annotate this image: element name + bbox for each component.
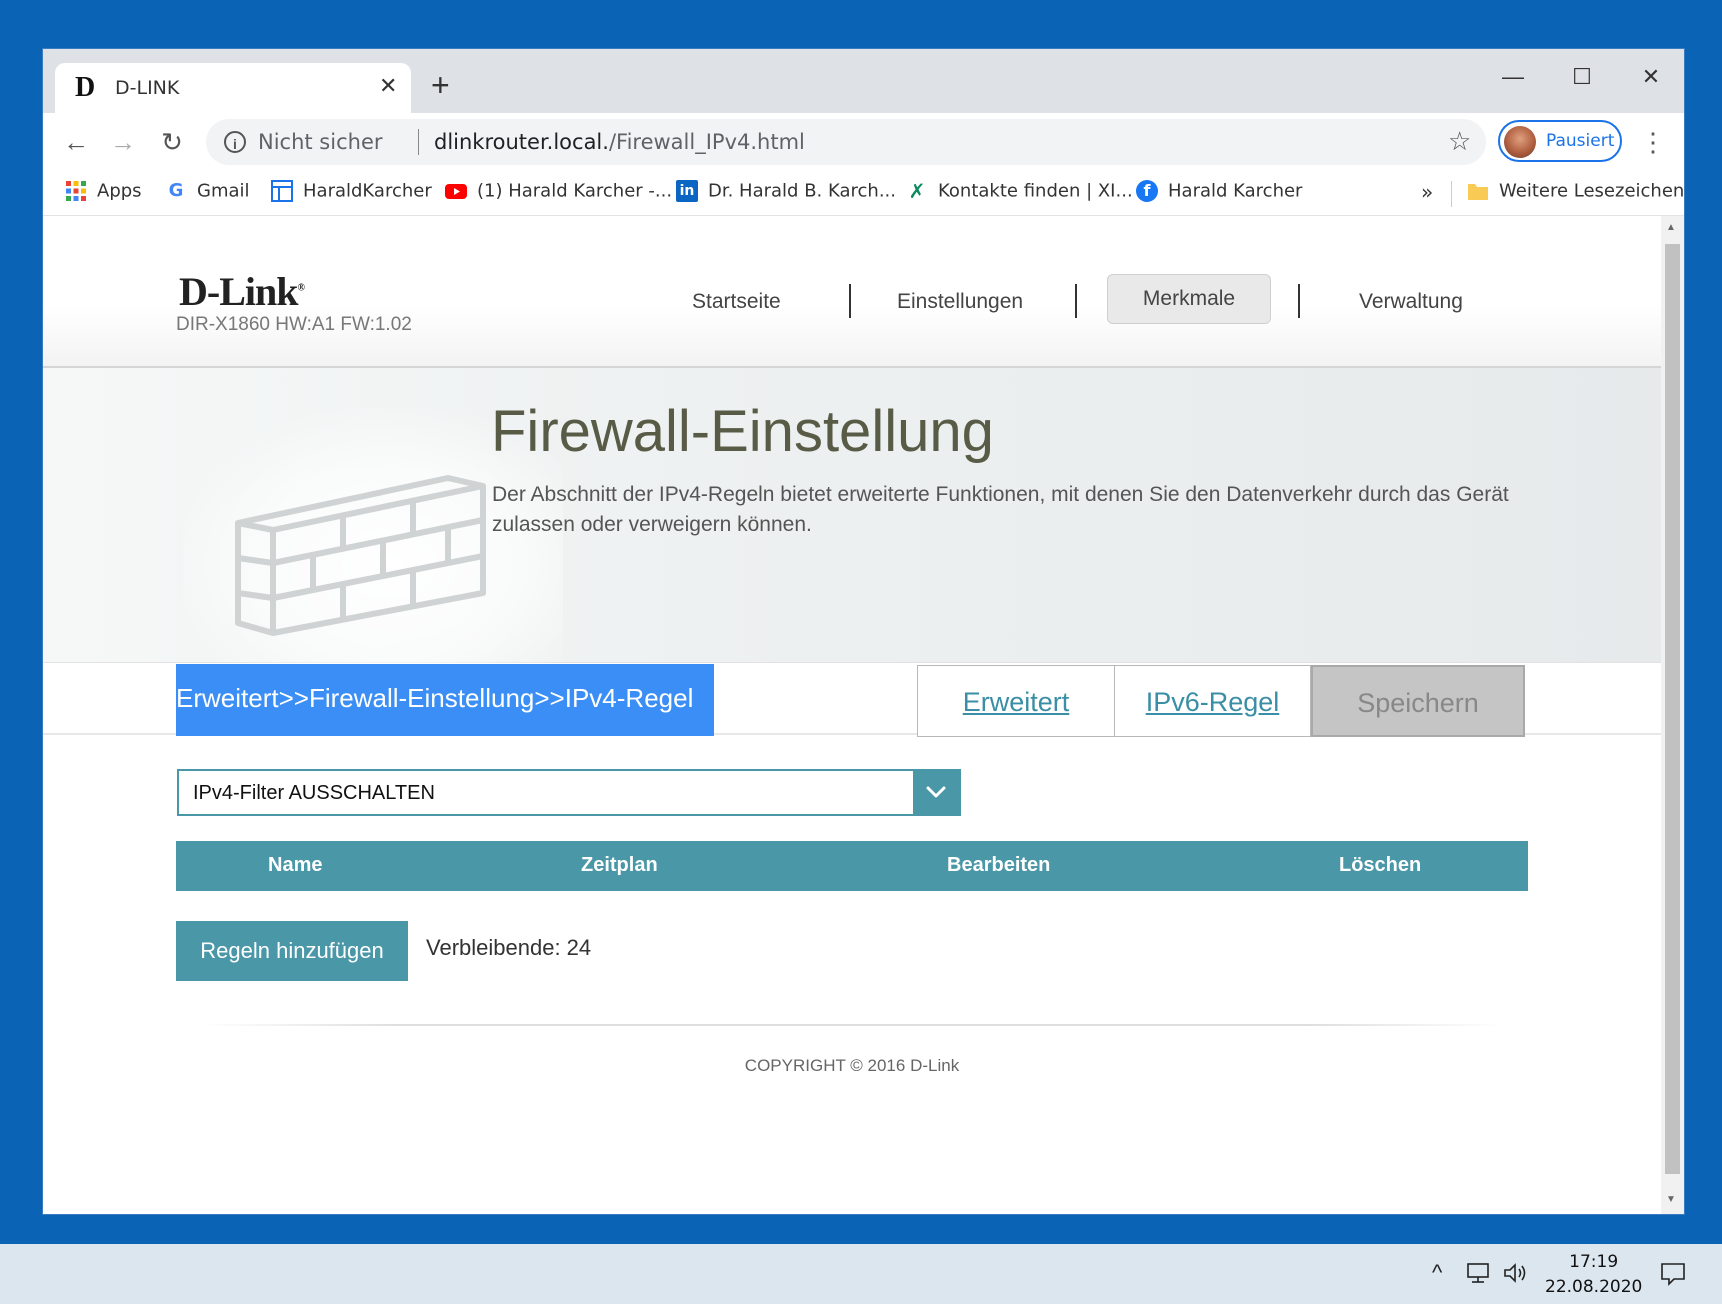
bookmark-label: Weitere Lesezeichen bbox=[1499, 180, 1684, 202]
add-rules-button[interactable]: Regeln hinzufügen bbox=[176, 921, 408, 981]
save-button[interactable]: Speichern bbox=[1311, 665, 1525, 737]
forward-button[interactable]: → bbox=[106, 125, 140, 159]
profile-button[interactable]: Pausiert bbox=[1498, 120, 1622, 162]
tab-strip: D D-LINK ✕ + — ☐ ✕ bbox=[43, 49, 1684, 113]
dlink-favicon-icon: D bbox=[75, 72, 96, 103]
nav-merkmale[interactable]: Merkmale bbox=[1107, 274, 1271, 324]
scroll-thumb[interactable] bbox=[1665, 244, 1680, 1174]
bookmarks-bar: Apps G Gmail HaraldKarcher (1) Harald Kar… bbox=[43, 171, 1684, 216]
browser-toolbar: ← → ↻ i Nicht sicher dlinkrouter.local./… bbox=[43, 113, 1684, 171]
youtube-icon bbox=[445, 180, 467, 202]
bookmark-label: Harald Karcher bbox=[1168, 180, 1303, 202]
page-viewport: D-Link® DIR-X1860 HW:A1 FW:1.02 Startsei… bbox=[43, 216, 1661, 1214]
bookmark-gmail[interactable]: G Gmail bbox=[165, 180, 250, 206]
address-bar[interactable]: i Nicht sicher dlinkrouter.local./Firewa… bbox=[206, 119, 1486, 165]
column-edit: Bearbeiten bbox=[947, 854, 1051, 876]
remaining-count: Verbleibende: 24 bbox=[426, 935, 592, 960]
avatar bbox=[1504, 126, 1536, 158]
bookmark-label: Kontakte finden | XI... bbox=[938, 180, 1133, 202]
clock[interactable]: 17:19 22.08.2020 bbox=[1545, 1250, 1642, 1300]
bookmark-star-icon[interactable]: ☆ bbox=[1448, 126, 1471, 157]
google-icon: G bbox=[168, 180, 184, 201]
bookmark-label: Dr. Harald B. Karch... bbox=[708, 180, 896, 202]
notification-icon[interactable] bbox=[1660, 1262, 1686, 1292]
page-banner: Firewall-Einstellung Der Abschnitt der I… bbox=[43, 368, 1661, 668]
reload-button[interactable]: ↻ bbox=[155, 125, 189, 159]
maximize-button[interactable]: ☐ bbox=[1552, 57, 1612, 97]
menu-kebab-icon[interactable]: ⋮ bbox=[1640, 125, 1666, 159]
minimize-button[interactable]: — bbox=[1483, 57, 1543, 97]
bookmarks-separator bbox=[1451, 181, 1452, 207]
page-description: Der Abschnitt der IPv4-Regeln bietet erw… bbox=[492, 483, 1509, 536]
tray-expand-icon[interactable]: ^ bbox=[1432, 1260, 1442, 1286]
dlink-logo: D-Link® bbox=[179, 268, 306, 315]
facebook-icon: f bbox=[1136, 180, 1158, 202]
nav-verwaltung[interactable]: Verwaltung bbox=[1359, 290, 1463, 314]
nav-separator bbox=[849, 284, 851, 318]
chevron-down-icon[interactable] bbox=[913, 771, 959, 814]
back-button[interactable]: ← bbox=[59, 125, 93, 159]
address-separator bbox=[418, 129, 419, 155]
nav-startseite[interactable]: Startseite bbox=[692, 290, 781, 314]
scroll-down-icon[interactable]: ▼ bbox=[1666, 1194, 1676, 1205]
column-delete: Löschen bbox=[1339, 854, 1422, 876]
rules-table-header: Name Zeitplan Bearbeiten Löschen bbox=[176, 841, 1528, 891]
footer-divider bbox=[203, 1024, 1503, 1026]
bookmark-other[interactable]: Weitere Lesezeichen bbox=[1467, 180, 1684, 206]
brick-wall-icon bbox=[235, 475, 486, 636]
bookmark-label: Gmail bbox=[197, 180, 250, 202]
volume-icon[interactable] bbox=[1503, 1262, 1529, 1290]
clock-date: 22.08.2020 bbox=[1545, 1277, 1643, 1297]
info-icon[interactable]: i bbox=[224, 131, 246, 153]
device-model: DIR-X1860 HW:A1 FW:1.02 bbox=[176, 314, 412, 335]
url-host: dlinkrouter.local. bbox=[434, 130, 609, 154]
logo-mark: ® bbox=[297, 282, 306, 294]
page-title: Firewall-Einstellung bbox=[491, 399, 994, 464]
url-text[interactable]: dlinkrouter.local./Firewall_IPv4.html bbox=[434, 130, 805, 154]
linkedin-icon: in bbox=[676, 180, 698, 202]
bookmark-apps[interactable]: Apps bbox=[65, 180, 142, 206]
tab-title: D-LINK bbox=[115, 77, 180, 99]
nav-separator bbox=[1298, 284, 1300, 318]
bookmark-xing[interactable]: ✗ Kontakte finden | XI... bbox=[906, 180, 1133, 206]
scroll-up-icon[interactable]: ▲ bbox=[1666, 222, 1676, 233]
tab-dlink[interactable]: D D-LINK ✕ bbox=[55, 63, 411, 113]
ipv4-filter-select[interactable]: IPv4-Filter AUSSCHALTEN bbox=[177, 769, 961, 816]
breadcrumb-bar: Erweitert>>Firewall-Einstellung>>IPv4-Re… bbox=[43, 663, 1661, 737]
tab-close-icon[interactable]: ✕ bbox=[379, 73, 397, 99]
window-close-button[interactable]: ✕ bbox=[1621, 57, 1681, 97]
nav-separator bbox=[1075, 284, 1077, 318]
ipv6-rule-button[interactable]: IPv6-Regel bbox=[1114, 665, 1311, 737]
copyright: COPYRIGHT © 2016 D-Link bbox=[744, 1056, 960, 1075]
bookmark-facebook[interactable]: f Harald Karcher bbox=[1136, 180, 1302, 206]
vertical-scrollbar[interactable]: ▲ ▼ bbox=[1661, 216, 1684, 1214]
breadcrumb: Erweitert>>Firewall-Einstellung>>IPv4-Re… bbox=[176, 664, 714, 736]
apps-grid-icon bbox=[65, 180, 87, 202]
clock-time: 17:19 bbox=[1569, 1252, 1619, 1272]
bookmark-youtube[interactable]: (1) Harald Karcher -... bbox=[445, 180, 672, 206]
xing-icon: ✗ bbox=[908, 179, 926, 203]
taskbar: ^ 17:19 22.08.2020 bbox=[0, 1244, 1722, 1304]
select-value: IPv4-Filter AUSSCHALTEN bbox=[193, 782, 435, 804]
router-header: D-Link® DIR-X1860 HW:A1 FW:1.02 Startsei… bbox=[43, 216, 1661, 368]
column-name: Name bbox=[268, 854, 323, 876]
profile-label: Pausiert bbox=[1546, 131, 1615, 151]
bookmark-linkedin[interactable]: in Dr. Harald B. Karch... bbox=[676, 180, 896, 206]
bookmarks-overflow-button[interactable]: » bbox=[1421, 180, 1433, 206]
column-schedule: Zeitplan bbox=[581, 854, 658, 876]
bookmark-label: HaraldKarcher bbox=[303, 180, 432, 202]
network-icon[interactable] bbox=[1466, 1262, 1492, 1290]
logo-text: D-Link bbox=[179, 269, 298, 314]
url-path: /Firewall_IPv4.html bbox=[608, 130, 805, 154]
nav-einstellungen[interactable]: Einstellungen bbox=[897, 290, 1023, 314]
browser-window: D D-LINK ✕ + — ☐ ✕ ← → ↻ i Nicht sicher … bbox=[43, 49, 1684, 1214]
advanced-button[interactable]: Erweitert bbox=[917, 665, 1115, 737]
folder-icon bbox=[1467, 180, 1489, 202]
bookmark-label: (1) Harald Karcher -... bbox=[477, 180, 673, 202]
page-layout-icon bbox=[271, 180, 293, 202]
bookmark-label: Apps bbox=[97, 180, 142, 202]
new-tab-button[interactable]: + bbox=[431, 69, 450, 101]
security-label[interactable]: Nicht sicher bbox=[258, 130, 383, 154]
bookmark-haraldkarcher[interactable]: HaraldKarcher bbox=[271, 180, 432, 206]
